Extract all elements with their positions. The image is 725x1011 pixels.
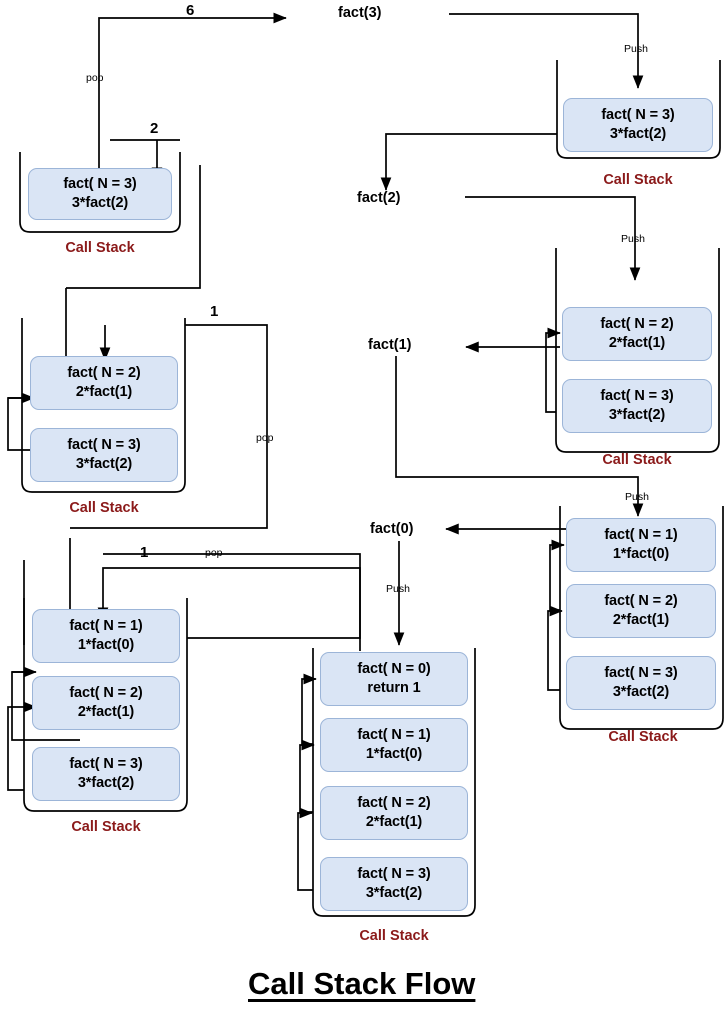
frame-line-2: 3*fact(2): [612, 684, 670, 700]
frame-line-2: 1*fact(0): [365, 746, 423, 762]
frame-line-1: fact( N = 3): [63, 175, 137, 192]
edge-label-push-3: Push: [625, 491, 649, 503]
edge-stack1-to-fact2: [380, 133, 557, 191]
frame-line-1: fact( N = 2): [69, 684, 143, 701]
stack-label-push-3: Call Stack: [608, 729, 678, 745]
edge-label-return-1-a: 1: [210, 303, 219, 320]
frame-line-1: fact( N = 3): [67, 436, 141, 453]
call-node-fact2: fact(2): [357, 190, 401, 206]
stack-frame-full-f0: fact( N = 0) return 1: [320, 652, 468, 706]
link-push2-a: [545, 327, 561, 413]
edge-label-return-2: 2: [150, 120, 159, 137]
frame-line-1: fact( N = 1): [357, 726, 431, 743]
page-title: Call Stack Flow: [248, 966, 476, 1001]
call-node-fact3: fact(3): [338, 5, 382, 21]
edge-label-pop-2: pop: [256, 432, 274, 444]
edge-label-pop-3: pop: [86, 72, 104, 84]
link-push3-a: [549, 539, 565, 611]
edge-final-return: [98, 12, 287, 175]
stack-label-pop-1: Call Stack: [71, 819, 141, 835]
edge-label-push-4: Push: [386, 583, 410, 595]
stack-label-pop-3: Call Stack: [65, 240, 135, 256]
frame-line-1: fact( N = 2): [604, 592, 678, 609]
frame-line-1: fact( N = 3): [604, 664, 678, 681]
frame-line-1: fact( N = 2): [600, 315, 674, 332]
frame-line-1: fact( N = 3): [601, 106, 675, 123]
frame-line-1: fact( N = 3): [357, 865, 431, 882]
stack-label-push-1: Call Stack: [603, 172, 673, 188]
stack-label-pop-2: Call Stack: [69, 500, 139, 516]
link-full-b: [299, 739, 315, 813]
frame-line-1: fact( N = 3): [600, 387, 674, 404]
frame-line-1: fact( N = 1): [604, 526, 678, 543]
frame-line-1: fact( N = 1): [69, 617, 143, 634]
stack-frame-pop3-f3: fact( N = 3) 3*fact(2): [28, 168, 172, 220]
diagram-canvas: fact(3) fact(2) fact(1) fact(0) 6 pop 2 …: [0, 0, 725, 1011]
frame-line-2: 3*fact(2): [609, 126, 667, 142]
edge-label-pop-1: pop: [205, 547, 223, 559]
stack-frame-pop1-f1: fact( N = 1) 1*fact(0): [32, 609, 180, 663]
frame-line-2: 2*fact(1): [608, 335, 666, 351]
stack-frame-push3-f3: fact( N = 3) 3*fact(2): [566, 656, 716, 710]
call-node-fact1: fact(1): [368, 337, 412, 353]
link-full-c: [297, 807, 313, 891]
stack-frame-full-f3: fact( N = 3) 3*fact(2): [320, 857, 468, 911]
stack-frame-pop2-f2: fact( N = 2) 2*fact(1): [30, 356, 178, 410]
frame-line-2: 2*fact(1): [77, 704, 135, 720]
edge-fact2-push: [465, 196, 641, 281]
stack-label-full: Call Stack: [359, 928, 429, 944]
call-node-fact0: fact(0): [370, 521, 414, 537]
edge-fact3-push: [449, 13, 644, 89]
frame-line-2: 2*fact(1): [612, 612, 670, 628]
frame-line-2: return 1: [367, 680, 421, 696]
edge-label-return-1-b: 1: [140, 544, 149, 561]
frame-line-2: 2*fact(1): [75, 384, 133, 400]
edge-label-push-2: Push: [621, 233, 645, 245]
stack-frame-pop1-f3: fact( N = 3) 3*fact(2): [32, 747, 180, 801]
frame-line-2: 3*fact(2): [71, 195, 129, 211]
stack-frame-full-f1: fact( N = 1) 1*fact(0): [320, 718, 468, 772]
edge-label-return-6: 6: [186, 2, 195, 19]
frame-line-2: 3*fact(2): [75, 456, 133, 472]
link-push3-b: [547, 605, 563, 691]
edge-label-push-1: Push: [624, 43, 648, 55]
stack-frame-push3-f1: fact( N = 1) 1*fact(0): [566, 518, 716, 572]
stack-frame-push2-f2: fact( N = 2) 2*fact(1): [562, 307, 712, 361]
frame-line-2: 1*fact(0): [612, 546, 670, 562]
frame-line-1: fact( N = 0): [357, 660, 431, 677]
stack-frame-push3-f2: fact( N = 2) 2*fact(1): [566, 584, 716, 638]
link-full-a: [301, 673, 317, 745]
frame-line-1: fact( N = 3): [69, 755, 143, 772]
frame-line-2: 1*fact(0): [77, 637, 135, 653]
frame-line-2: 3*fact(2): [365, 885, 423, 901]
frame-line-1: fact( N = 2): [357, 794, 431, 811]
stack-frame-pop1-f2: fact( N = 2) 2*fact(1): [32, 676, 180, 730]
frame-line-2: 3*fact(2): [77, 775, 135, 791]
frame-line-2: 2*fact(1): [365, 814, 423, 830]
frame-line-1: fact( N = 2): [67, 364, 141, 381]
stack-frame-full-f2: fact( N = 2) 2*fact(1): [320, 786, 468, 840]
stack-frame-push2-f3: fact( N = 3) 3*fact(2): [562, 379, 712, 433]
stack-frame-pop2-f3: fact( N = 3) 3*fact(2): [30, 428, 178, 482]
stack-frame-push1-f3: fact( N = 3) 3*fact(2): [563, 98, 713, 152]
stack-label-push-2: Call Stack: [602, 452, 672, 468]
frame-line-2: 3*fact(2): [608, 407, 666, 423]
